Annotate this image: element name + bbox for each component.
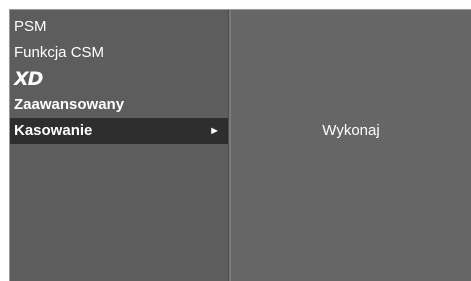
menu-panel: PSM Funkcja CSM XD Zaawansowany Kasowani… bbox=[10, 10, 228, 281]
submenu-arrow-icon: ► bbox=[209, 125, 220, 137]
submenu-panel: Wykonaj bbox=[231, 10, 471, 281]
menu-list: PSM Funkcja CSM XD Zaawansowany Kasowani… bbox=[10, 14, 228, 144]
menu-item-label: Zaawansowany bbox=[14, 96, 125, 113]
menu-item-label: Funkcja CSM bbox=[14, 44, 105, 61]
menu-item-zaawansowany[interactable]: Zaawansowany bbox=[10, 92, 228, 118]
menu-item-psm[interactable]: PSM bbox=[10, 14, 228, 40]
osd-menu-window: PSM Funkcja CSM XD Zaawansowany Kasowani… bbox=[9, 9, 471, 281]
xd-logo: XD bbox=[14, 68, 43, 90]
menu-item-xd[interactable]: XD bbox=[10, 66, 228, 92]
menu-item-kasowanie[interactable]: Kasowanie ► bbox=[10, 118, 228, 144]
wykonaj-button[interactable]: Wykonaj bbox=[231, 122, 471, 139]
menu-item-label: PSM bbox=[14, 18, 47, 35]
menu-item-funkcja-csm[interactable]: Funkcja CSM bbox=[10, 40, 228, 66]
menu-item-label: Kasowanie bbox=[14, 122, 93, 139]
